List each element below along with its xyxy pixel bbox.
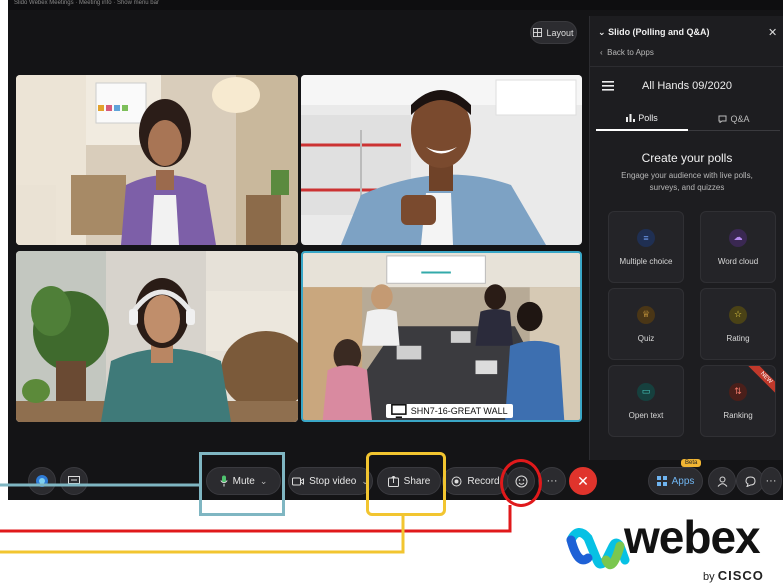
person-icon xyxy=(717,476,727,487)
new-badge: NEW xyxy=(748,366,775,396)
poll-type-ranking[interactable]: NEW ⇅ Ranking xyxy=(700,365,776,437)
back-to-apps-link[interactable]: ‹ Back to Apps xyxy=(600,48,654,57)
video-tile-participant-1[interactable] xyxy=(16,75,298,245)
participant-video xyxy=(16,251,298,422)
trophy-icon: ♕ xyxy=(637,305,655,324)
video-camera-icon xyxy=(292,477,305,485)
title-strip: Slido Webex Meetings · Meeting info · Sh… xyxy=(8,0,783,10)
meeting-window: Slido Webex Meetings · Meeting info · Sh… xyxy=(8,0,783,500)
room-label: SHN7-16-GREAT WALL xyxy=(386,404,513,418)
poll-type-multiple-choice[interactable]: ≡ Multiple choice xyxy=(608,211,684,283)
back-label: Back to Apps xyxy=(607,48,654,57)
by-cisco: by CISCO xyxy=(703,568,764,583)
close-icon[interactable]: ✕ xyxy=(768,26,777,39)
poll-type-quiz[interactable]: ♕ Quiz xyxy=(608,288,684,360)
tab-polls-label: Polls xyxy=(638,113,658,123)
beta-badge: Beta xyxy=(681,459,702,467)
leave-meeting-button[interactable]: ✕ xyxy=(569,467,597,495)
share-highlight-box xyxy=(366,452,446,516)
reactions-highlight-ring xyxy=(500,459,542,507)
tab-qa-label: Q&A xyxy=(730,113,750,124)
assistant-icon xyxy=(36,475,48,487)
ranking-icon: ⇅ xyxy=(729,382,747,401)
panel-more-button[interactable]: ··· xyxy=(760,467,782,495)
cloud-icon: ☁ xyxy=(729,228,747,247)
video-tile-participant-2[interactable] xyxy=(301,75,582,245)
record-icon xyxy=(451,476,462,486)
close-icon: ✕ xyxy=(577,472,589,489)
chevron-left-icon: ‹ xyxy=(600,48,603,57)
by-text: by xyxy=(703,571,715,583)
tab-qa[interactable]: Q&A xyxy=(688,107,780,131)
poll-type-label: Rating xyxy=(726,333,750,343)
panel-divider xyxy=(590,66,783,67)
bar-chart-icon xyxy=(626,114,636,122)
cisco-text: CISCO xyxy=(717,568,764,583)
room-video xyxy=(303,253,580,420)
record-label: Record xyxy=(467,475,500,487)
poll-type-label: Quiz xyxy=(637,333,655,343)
panel-title-text: Slido (Polling and Q&A) xyxy=(608,27,710,37)
apps-label: Apps xyxy=(671,475,695,487)
stop-video-label: Stop video xyxy=(309,475,357,487)
create-polls-heading: Create your polls xyxy=(641,151,733,165)
poll-type-open-text[interactable]: ▭ Open text xyxy=(608,365,684,437)
participants-button[interactable] xyxy=(708,467,736,495)
tab-polls[interactable]: Polls xyxy=(596,107,688,131)
star-icon: ☆ xyxy=(729,305,747,324)
participant-video xyxy=(301,75,582,245)
captions-button[interactable] xyxy=(60,467,88,495)
apps-button[interactable]: Apps xyxy=(648,467,703,495)
chevron-down-icon[interactable]: ⌄ xyxy=(598,27,606,37)
title-strip-text: Slido Webex Meetings · Meeting info · Sh… xyxy=(14,0,159,6)
more-icon: ··· xyxy=(765,475,777,487)
list-icon: ≡ xyxy=(637,228,655,247)
record-button[interactable]: Record xyxy=(442,467,509,495)
poll-type-rating[interactable]: ☆ Rating xyxy=(700,288,776,360)
qa-bubble-icon xyxy=(718,115,727,123)
create-polls-subtext: Engage your audience with live polls, su… xyxy=(621,171,753,192)
captions-icon xyxy=(68,476,80,484)
more-options-button[interactable]: ··· xyxy=(538,467,566,495)
layout-button[interactable]: Layout xyxy=(530,21,577,44)
more-icon: ··· xyxy=(546,475,558,487)
poll-type-label: Word cloud xyxy=(717,256,759,266)
stop-video-button[interactable]: Stop video ⌄ xyxy=(288,467,373,495)
speech-bubble-icon: ▭ xyxy=(637,382,655,401)
poll-type-word-cloud[interactable]: ☁ Word cloud xyxy=(700,211,776,283)
layout-label: Layout xyxy=(546,27,574,38)
webex-wordmark: webex xyxy=(624,511,761,563)
video-tile-participant-3[interactable] xyxy=(16,251,298,422)
room-label-text: SHN7-16-GREAT WALL xyxy=(410,406,508,416)
participant-video xyxy=(16,75,298,245)
chat-icon xyxy=(744,475,756,487)
room-device-icon xyxy=(391,404,407,418)
webex-assistant-button[interactable] xyxy=(28,467,56,495)
poll-type-label: Multiple choice xyxy=(619,256,673,266)
share-callout-line xyxy=(0,515,405,554)
slido-panel: ⌄ Slido (Polling and Q&A) ✕ ‹ Back to Ap… xyxy=(589,16,783,460)
mute-highlight-box xyxy=(199,452,285,516)
poll-type-label: Open text xyxy=(628,410,664,420)
apps-grid-icon xyxy=(656,476,667,486)
poll-type-label: Ranking xyxy=(723,410,753,420)
panel-title: ⌄ Slido (Polling and Q&A) xyxy=(598,27,710,38)
event-name: All Hands 09/2020 xyxy=(642,80,732,92)
grid-icon xyxy=(533,28,543,37)
video-tile-room[interactable]: SHN7-16-GREAT WALL xyxy=(301,251,582,422)
